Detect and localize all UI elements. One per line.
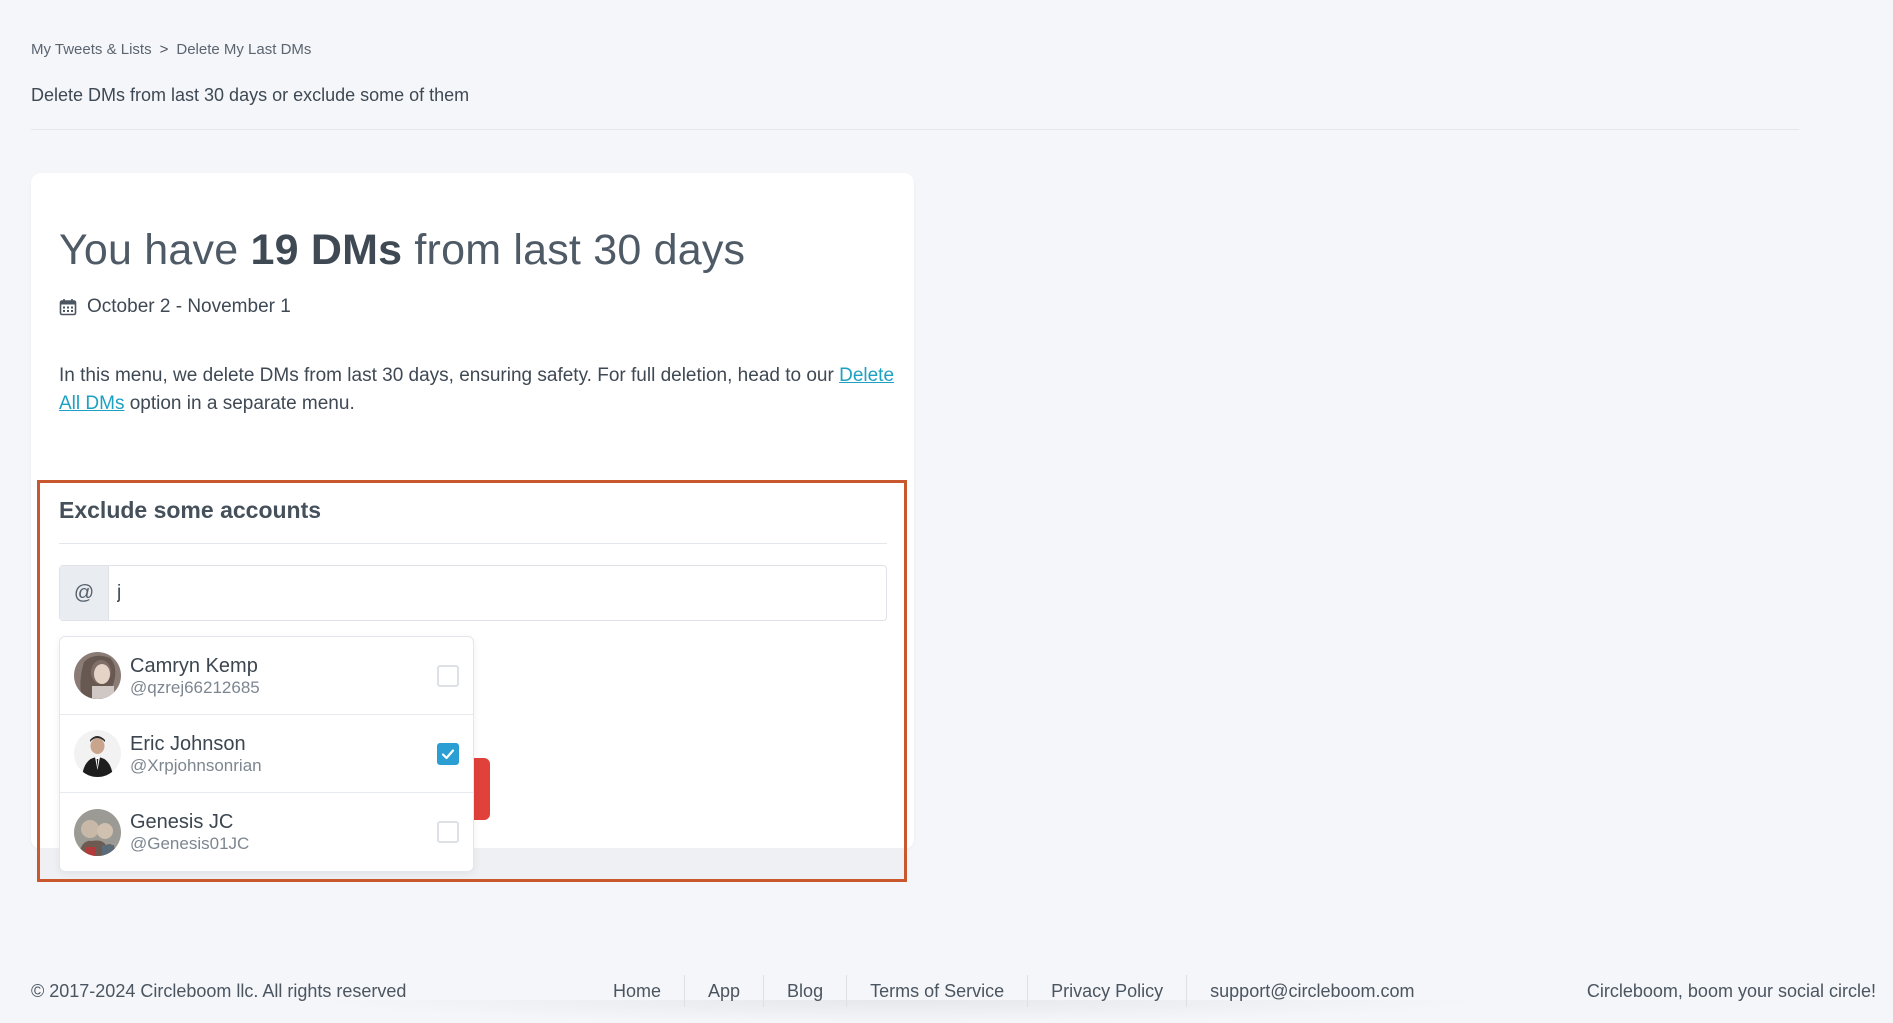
page-title: You have 19 DMs from last 30 days [59,226,745,275]
footer-links: Home App Blog Terms of Service Privacy P… [590,975,1438,1007]
account-handle: @Xrpjohnsonrian [130,755,262,775]
exclude-checkbox[interactable] [437,742,459,765]
account-info: Genesis JC @Genesis01JC [130,810,249,854]
account-handle: @qzrej66212685 [130,677,260,697]
account-info: Camryn Kemp @qzrej66212685 [130,654,260,698]
list-item[interactable]: Genesis JC @Genesis01JC [60,793,473,871]
list-item[interactable]: Eric Johnson @Xrpjohnsonrian [60,715,473,793]
avatar [74,730,121,777]
description: In this menu, we delete DMs from last 30… [59,362,909,418]
footer-link-terms[interactable]: Terms of Service [846,975,1027,1007]
exclude-search-input[interactable] [109,566,886,620]
calendar-icon [59,298,77,316]
avatar [74,808,121,856]
breadcrumb-item-my-tweets-lists[interactable]: My Tweets & Lists [31,41,152,58]
chevron-right-icon: > [159,41,169,58]
copyright-text: © 2017-2024 Circleboom llc. All rights r… [31,981,407,1001]
exclude-checkbox[interactable] [437,664,459,687]
avatar [74,652,121,699]
headline-prefix: You have [59,226,251,274]
section-divider [59,543,887,544]
breadcrumb: My Tweets & Lists > Delete My Last DMs [31,41,311,58]
at-sign-icon: @ [60,566,109,620]
footer-link-app[interactable]: App [684,975,763,1007]
header-divider [31,129,1799,130]
list-item[interactable]: Camryn Kemp @qzrej66212685 [60,637,473,715]
dm-count: 19 DMs [250,226,403,274]
description-suffix: option in a separate menu. [124,393,355,414]
description-text: In this menu, we delete DMs from last 30… [59,365,840,386]
account-info: Eric Johnson @Xrpjohnsonrian [130,732,262,776]
page-subtitle: Delete DMs from last 30 days or exclude … [31,85,470,105]
exclude-search-group: @ [59,565,887,621]
account-name: Genesis JC [130,811,234,833]
footer-link-home[interactable]: Home [590,975,684,1007]
account-handle: @Genesis01JC [130,834,250,853]
account-name: Eric Johnson [130,732,246,755]
checkmark-icon [441,748,455,759]
exclude-section-title: Exclude some accounts [59,497,322,523]
footer-link-support-email[interactable]: support@circleboom.com [1186,975,1437,1007]
footer-link-privacy[interactable]: Privacy Policy [1027,975,1186,1007]
footer-tagline: Circleboom, boom your social circle! [1586,981,1876,1001]
exclude-checkbox[interactable] [437,821,459,843]
account-name: Camryn Kemp [130,654,258,677]
headline-suffix: from last 30 days [402,226,746,274]
date-range: October 2 - November 1 [59,296,291,318]
date-range-text: October 2 - November 1 [87,296,291,317]
footer-link-blog[interactable]: Blog [763,975,846,1007]
page-footer: © 2017-2024 Circleboom llc. All rights r… [0,975,1893,1023]
account-suggestions-dropdown: Camryn Kemp @qzrej66212685 Eric Johnson … [59,636,474,872]
breadcrumb-item-delete-my-last-dms[interactable]: Delete My Last DMs [176,41,311,58]
